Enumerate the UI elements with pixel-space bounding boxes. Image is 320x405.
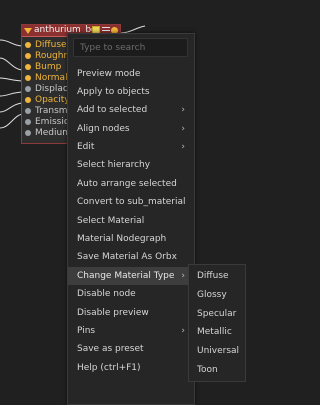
menu-item-label: Add to selected (77, 105, 148, 115)
menu-item-label: Material Nodegraph (77, 234, 167, 244)
pin-dot-icon[interactable] (25, 42, 31, 48)
pin-label: Bump (35, 62, 62, 72)
menu-item-label: Pins (77, 326, 96, 336)
menu-item-change-material-type[interactable]: Change Material Type › (68, 267, 194, 285)
menu-item-label: Select hierarchy (77, 160, 151, 170)
menu-item-label: Save as preset (77, 344, 144, 354)
submenu-item-specular[interactable]: Specular (189, 305, 245, 323)
menu-item-edit[interactable]: Edit › (68, 138, 194, 156)
pin-dot-icon[interactable] (25, 108, 31, 114)
menu-item-label: Disable node (77, 289, 136, 299)
pin-dot-icon[interactable] (25, 130, 31, 136)
wire (119, 25, 146, 34)
submenu-item-diffuse[interactable]: Diffuse (189, 267, 245, 285)
collapse-icon[interactable] (24, 28, 32, 34)
pin-label: Diffuse (35, 40, 67, 50)
menu-item-apply-to-objects[interactable]: Apply to objects (68, 83, 194, 101)
chevron-right-icon: › (181, 142, 185, 152)
menu-search-input[interactable] (73, 38, 188, 57)
menu-item-disable-preview[interactable]: Disable preview (68, 304, 194, 322)
menu-item-label: Help (ctrl+F1) (77, 363, 141, 373)
pin-dot-icon[interactable] (25, 97, 31, 103)
chevron-right-icon: › (181, 271, 185, 281)
submenu-item-metallic[interactable]: Metallic (189, 323, 245, 341)
chevron-right-icon: › (181, 105, 185, 115)
pin-dot-icon[interactable] (25, 64, 31, 70)
chevron-right-icon: › (181, 326, 185, 336)
menu-item-save-as-preset[interactable]: Save as preset (68, 340, 194, 358)
menu-item-save-material-as-orbx[interactable]: Save Material As Orbx (68, 248, 194, 266)
menu-item-add-to-selected[interactable]: Add to selected › (68, 101, 194, 119)
menu-item-select-material[interactable]: Select Material (68, 212, 194, 230)
submenu-item-universal[interactable]: Universal (189, 342, 245, 360)
menu-item-label: Edit (77, 142, 95, 152)
menu-item-label: Convert to sub_material (77, 197, 186, 207)
menu-item-material-nodegraph[interactable]: Material Nodegraph (68, 230, 194, 248)
pin-label: Normal (35, 73, 68, 83)
menu-item-convert-to-sub-material[interactable]: Convert to sub_material (68, 193, 194, 211)
material-type-submenu: Diffuse Glossy Specular Metallic Univers… (188, 264, 246, 382)
menu-item-select-hierarchy[interactable]: Select hierarchy (68, 156, 194, 174)
menu-item-help[interactable]: Help (ctrl+F1) (68, 359, 194, 377)
menu-item-label: Change Material Type (77, 271, 175, 281)
menu-item-preview-mode[interactable]: Preview mode (68, 65, 194, 83)
menu-item-label: Apply to objects (77, 87, 150, 97)
menu-item-pins[interactable]: Pins › (68, 322, 194, 340)
submenu-item-glossy[interactable]: Glossy (189, 286, 245, 304)
pin-dot-icon[interactable] (25, 86, 31, 92)
menu-item-align-nodes[interactable]: Align nodes › (68, 120, 194, 138)
pin-dot-icon[interactable] (25, 75, 31, 81)
menu-item-auto-arrange-selected[interactable]: Auto arrange selected (68, 175, 194, 193)
menu-item-disable-node[interactable]: Disable node (68, 285, 194, 303)
menu-item-label: Disable preview (77, 308, 149, 318)
menu-item-label: Auto arrange selected (77, 179, 177, 189)
menu-item-label: Align nodes (77, 124, 130, 134)
chevron-right-icon: › (181, 124, 185, 134)
pin-label: Medium (35, 128, 71, 138)
menu-item-label: Select Material (77, 216, 145, 226)
pin-dot-icon[interactable] (25, 53, 31, 59)
pin-label: Opacity (35, 95, 70, 105)
menu-item-label: Preview mode (77, 69, 141, 79)
submenu-item-toon[interactable]: Toon (189, 361, 245, 379)
menu-item-label: Save Material As Orbx (77, 252, 177, 262)
context-menu: Preview mode Apply to objects Add to sel… (67, 33, 195, 405)
pin-dot-icon[interactable] (25, 119, 31, 125)
